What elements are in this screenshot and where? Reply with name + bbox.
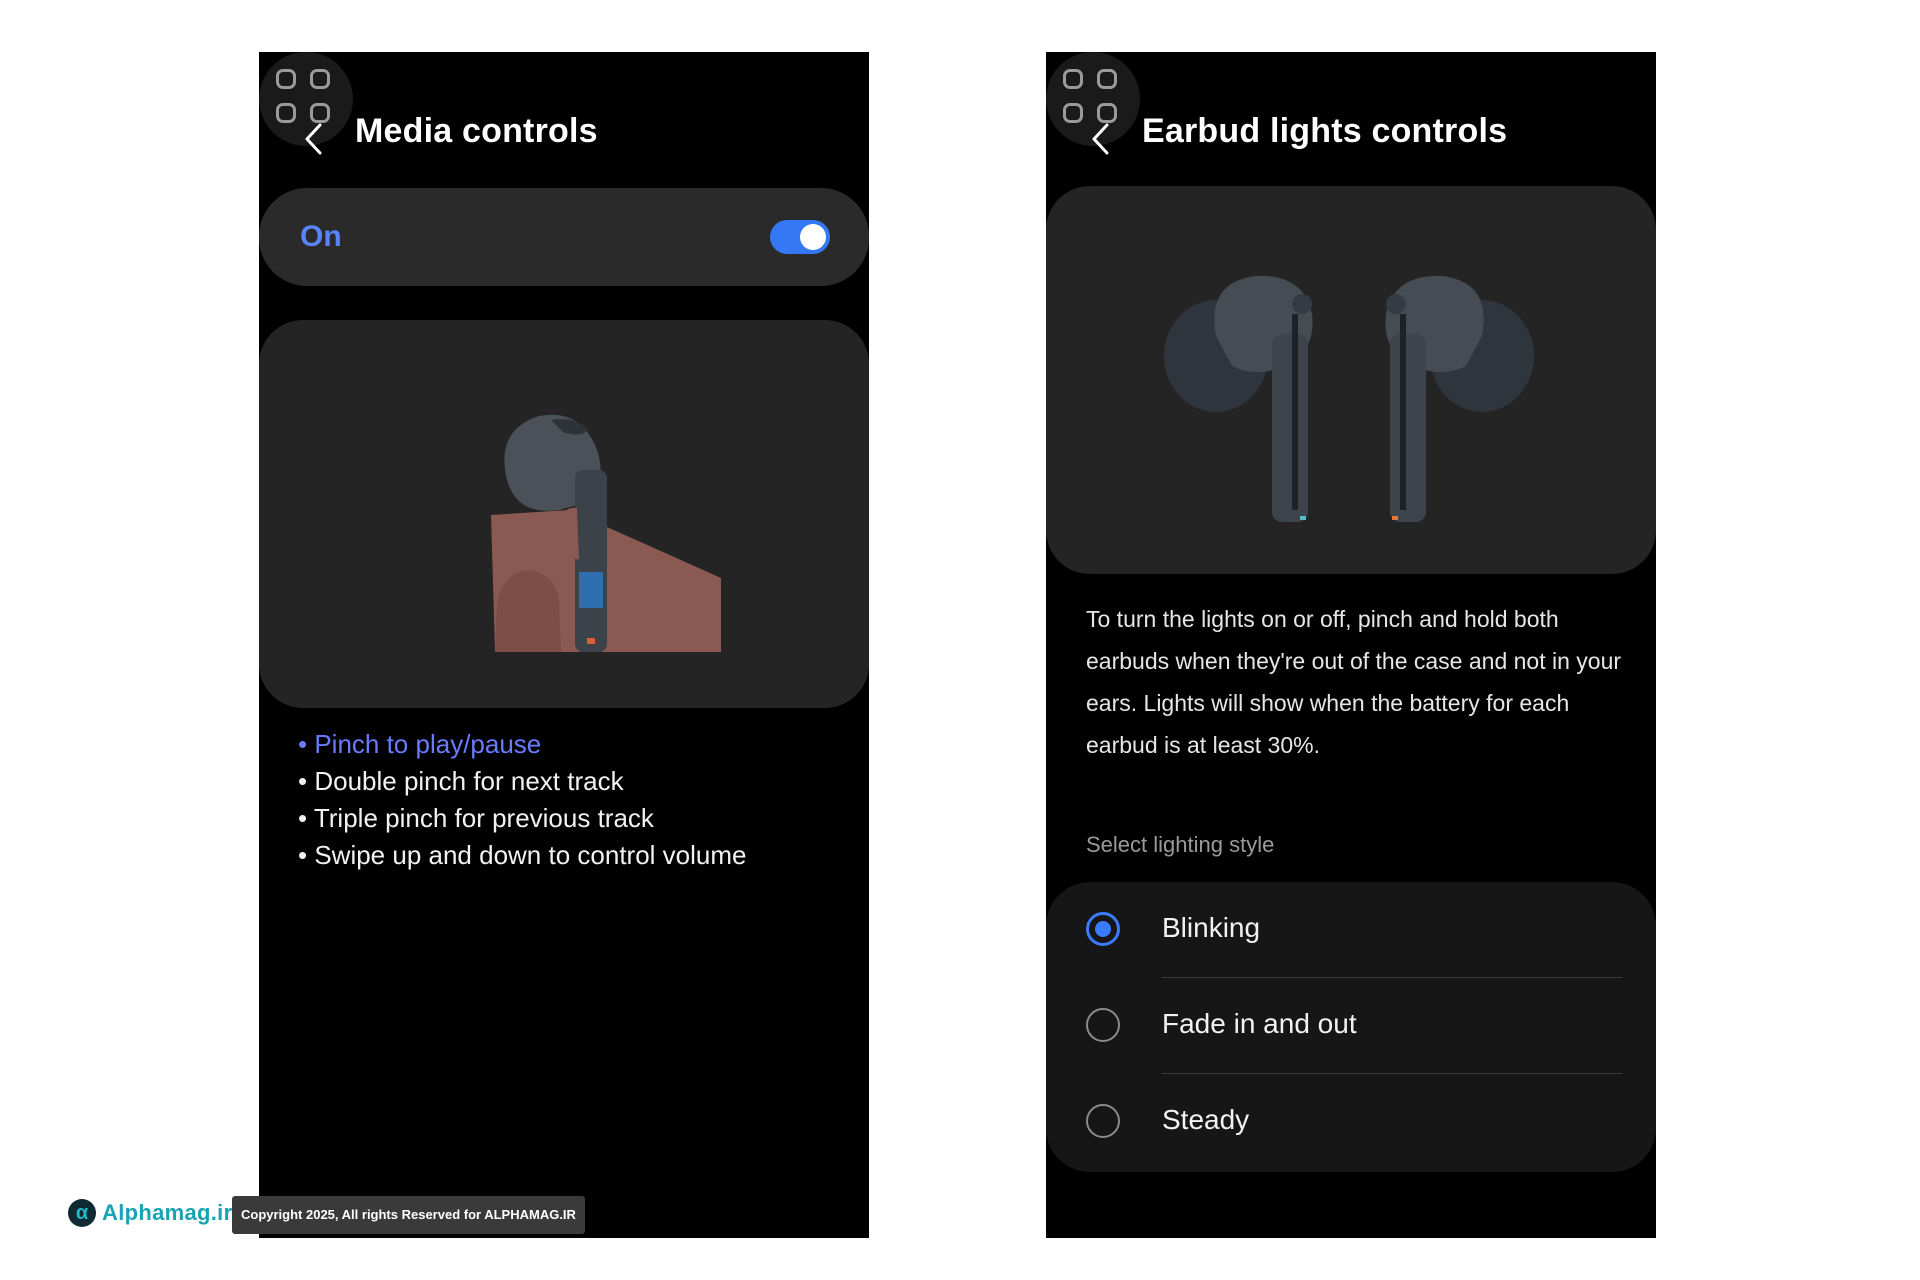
page-title: Media controls xyxy=(355,112,598,150)
earbud-lights-screen: Earbud lights controls To turn the light… xyxy=(1046,52,1656,1238)
switch-knob xyxy=(800,224,826,250)
alphamag-logo-icon: α xyxy=(68,1199,96,1227)
page-title: Earbud lights controls xyxy=(1142,112,1508,150)
media-controls-toggle-row[interactable]: On xyxy=(259,188,869,286)
watermark-brand: Alphamag.ir xyxy=(102,1200,233,1225)
media-controls-switch[interactable] xyxy=(770,220,830,254)
back-chevron-icon[interactable] xyxy=(295,116,331,162)
option-label: Steady xyxy=(1162,1104,1250,1135)
toggle-state-label: On xyxy=(300,220,342,253)
option-steady[interactable]: Steady xyxy=(1046,1074,1656,1170)
option-label: Blinking xyxy=(1162,912,1261,943)
earbuds-illustration-card xyxy=(1046,186,1656,574)
radio-fade-in-and-out[interactable] xyxy=(1086,1008,1120,1042)
option-fade-in-and-out[interactable]: Fade in and out xyxy=(1046,978,1656,1074)
earbuds-illustration xyxy=(1164,275,1534,522)
instruction-double-pinch: • Double pinch for next track xyxy=(298,766,624,796)
instruction-pinch-play-pause: • Pinch to play/pause xyxy=(298,729,542,759)
watermark-copyright: Copyright 2025, All rights Reserved for … xyxy=(232,1196,585,1234)
lighting-style-section-label: Select lighting style xyxy=(1086,832,1275,857)
gesture-instructions-list: • Pinch to play/pause • Double pinch for… xyxy=(298,726,746,874)
radio-steady[interactable] xyxy=(1086,1104,1120,1138)
lighting-style-options: Blinking Fade in and out Steady xyxy=(1046,882,1656,1172)
radio-blinking[interactable] xyxy=(1086,912,1120,946)
option-blinking[interactable]: Blinking xyxy=(1046,882,1656,978)
instruction-triple-pinch: • Triple pinch for previous track xyxy=(298,803,654,833)
alphamag-watermark: α Alphamag.ir xyxy=(68,1199,232,1227)
media-controls-screen: Media controls On • Pinch to play/pause … xyxy=(259,52,869,1238)
option-label: Fade in and out xyxy=(1162,1008,1357,1039)
lights-description: To turn the lights on or off, pinch and … xyxy=(1086,606,1622,758)
earbud-pinch-illustration xyxy=(491,414,721,652)
instruction-swipe-volume: • Swipe up and down to control volume xyxy=(298,840,747,870)
back-chevron-icon[interactable] xyxy=(1082,116,1118,162)
earbud-pinch-illustration-card xyxy=(259,320,869,708)
